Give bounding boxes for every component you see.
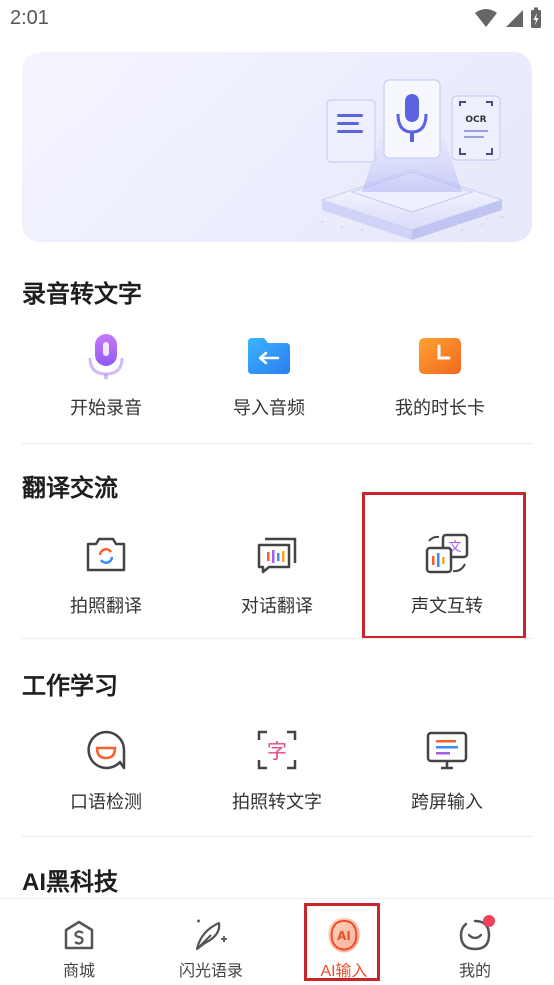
item-label: 开始录音 (70, 398, 142, 418)
status-time: 2:01 (10, 7, 49, 29)
speech-check-icon (82, 726, 130, 774)
battery-icon (531, 7, 541, 28)
microphone-icon (82, 332, 130, 380)
tab-label: 闪光语录 (178, 963, 243, 980)
photo-translate-button[interactable]: 拍照翻译 (21, 530, 191, 630)
tab-label: 我的 (458, 963, 491, 980)
photo-to-text-icon: 字 (253, 726, 301, 774)
status-icons (474, 7, 542, 29)
speech-check-button[interactable]: 口语检测 (21, 726, 191, 826)
banner-ocr-text: OCR (465, 115, 486, 125)
shop-icon (59, 915, 99, 955)
item-label: 跨屏输入 (411, 792, 483, 812)
item-label: 导入音频 (233, 398, 305, 418)
photo-to-text-button[interactable]: 字 拍照转文字 (192, 726, 362, 826)
bottom-tab-bar: 商城 闪光语录 AI AI输入 我的 (0, 898, 554, 985)
section-title-recording: 录音转文字 (22, 281, 142, 308)
quill-icon (191, 915, 231, 955)
signal-icon (506, 10, 523, 27)
section-title-work-study: 工作学习 (22, 673, 118, 700)
item-label: 对话翻译 (241, 596, 313, 616)
dialogue-translate-button[interactable]: 对话翻译 (192, 530, 362, 630)
banner-illustration: OCR (320, 79, 504, 240)
time-card-button[interactable]: 我的时长卡 (355, 332, 525, 432)
clock-card-icon (416, 332, 464, 380)
status-bar: 2:01 (0, 0, 554, 38)
camera-translate-icon (82, 530, 130, 578)
tab-label: 商城 (62, 963, 95, 980)
section-divider (22, 638, 532, 639)
highlight-box (304, 903, 380, 981)
tab-profile[interactable]: 我的 (406, 899, 544, 985)
section-divider (22, 836, 532, 837)
wifi-icon (475, 9, 497, 27)
item-label: 我的时长卡 (395, 398, 485, 418)
tab-shop[interactable]: 商城 (10, 899, 148, 985)
import-audio-button[interactable]: 导入音频 (184, 332, 354, 432)
section-title-ai-tech: AI黑科技 (22, 869, 118, 896)
section-title-translation: 翻译交流 (22, 475, 118, 502)
svg-text:字: 字 (267, 739, 287, 763)
folder-import-icon (245, 332, 293, 380)
item-label: 拍照翻译 (70, 596, 142, 616)
tab-quotes[interactable]: 闪光语录 (142, 899, 280, 985)
feature-banner[interactable]: OCR (22, 52, 532, 242)
cross-screen-input-button[interactable]: 跨屏输入 (362, 726, 532, 826)
notification-dot (483, 915, 495, 927)
item-label: 拍照转文字 (232, 792, 322, 812)
highlight-box (362, 492, 526, 639)
item-label: 口语检测 (70, 792, 142, 812)
section-divider (22, 443, 532, 444)
start-recording-button[interactable]: 开始录音 (21, 332, 191, 432)
cross-screen-input-icon (423, 726, 471, 774)
dialogue-translate-icon (253, 530, 301, 578)
profile-icon (455, 915, 495, 955)
